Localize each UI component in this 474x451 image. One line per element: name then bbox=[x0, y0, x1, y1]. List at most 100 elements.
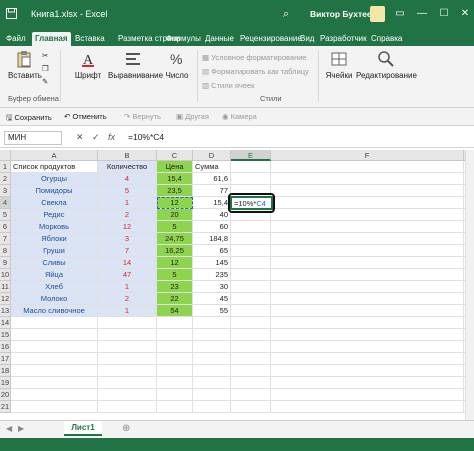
sum-cell[interactable]: 184,8 bbox=[193, 233, 231, 245]
grid-cell[interactable] bbox=[271, 197, 464, 209]
grid-cell[interactable] bbox=[193, 329, 231, 341]
column-header-e[interactable]: E bbox=[231, 150, 271, 161]
product-cell[interactable]: Свекла bbox=[11, 197, 98, 209]
quick-undo-button[interactable]: ↶ Отменить bbox=[64, 112, 107, 121]
grid-cell[interactable] bbox=[271, 365, 464, 377]
grid-cell[interactable] bbox=[11, 377, 98, 389]
minimize-button[interactable]: — bbox=[414, 6, 430, 22]
vertical-scrollbar[interactable] bbox=[465, 150, 474, 420]
grid-cell[interactable] bbox=[231, 233, 271, 245]
prev-sheet-icon[interactable]: ◀ bbox=[6, 424, 12, 433]
grid-cell[interactable] bbox=[271, 401, 464, 413]
quantity-cell[interactable]: 2 bbox=[98, 293, 157, 305]
grid-cell[interactable] bbox=[231, 173, 271, 185]
product-cell[interactable]: Сливы bbox=[11, 257, 98, 269]
product-cell[interactable]: Молоко bbox=[11, 293, 98, 305]
tab-formulas[interactable]: Формулы bbox=[166, 32, 201, 46]
grid-cell[interactable] bbox=[98, 389, 157, 401]
table-header-cell[interactable]: Количество bbox=[98, 161, 157, 173]
product-cell[interactable]: Яблоки bbox=[11, 233, 98, 245]
grid-cell[interactable] bbox=[231, 293, 271, 305]
insert-function-icon[interactable]: fx bbox=[108, 132, 115, 142]
row-header-14[interactable]: 14 bbox=[0, 317, 11, 329]
grid-cell[interactable] bbox=[231, 341, 271, 353]
ribbon-display-icon[interactable]: ▭ bbox=[392, 6, 408, 22]
price-cell[interactable]: 5 bbox=[157, 221, 193, 233]
grid-cell[interactable] bbox=[271, 353, 464, 365]
grid-cell[interactable] bbox=[271, 269, 464, 281]
price-cell[interactable]: 5 bbox=[157, 269, 193, 281]
paste-button[interactable]: Вставить bbox=[8, 50, 42, 80]
sum-cell[interactable]: 40 bbox=[193, 209, 231, 221]
grid-cell[interactable] bbox=[157, 377, 193, 389]
grid-cell[interactable] bbox=[271, 257, 464, 269]
spreadsheet-grid[interactable]: ABCDEFG123456789101112131415161718192021… bbox=[0, 150, 474, 420]
grid-cell[interactable] bbox=[231, 245, 271, 257]
price-cell[interactable]: 24,75 bbox=[157, 233, 193, 245]
user-name[interactable]: Виктор Бухтеев bbox=[310, 9, 377, 19]
column-header-a[interactable]: A bbox=[11, 150, 98, 161]
sum-cell[interactable]: 30 bbox=[193, 281, 231, 293]
grid-cell[interactable] bbox=[11, 329, 98, 341]
price-cell[interactable]: 12 bbox=[157, 197, 193, 209]
quantity-cell[interactable]: 4 bbox=[98, 173, 157, 185]
cells-button[interactable]: Ячейки bbox=[322, 50, 356, 80]
grid-cell[interactable] bbox=[98, 341, 157, 353]
grid-cell[interactable] bbox=[231, 353, 271, 365]
product-cell[interactable]: Груши bbox=[11, 245, 98, 257]
copy-icon[interactable]: ❐ bbox=[42, 64, 49, 73]
grid-cell[interactable] bbox=[11, 317, 98, 329]
formula-input[interactable]: =10%*C4 bbox=[128, 132, 164, 142]
quantity-cell[interactable]: 2 bbox=[98, 209, 157, 221]
quantity-cell[interactable]: 12 bbox=[98, 221, 157, 233]
grid-cell[interactable] bbox=[11, 389, 98, 401]
grid-cell[interactable] bbox=[193, 317, 231, 329]
name-box[interactable]: МИН bbox=[4, 131, 62, 145]
price-cell[interactable]: 22 bbox=[157, 293, 193, 305]
grid-cell[interactable] bbox=[231, 281, 271, 293]
grid-cell[interactable] bbox=[231, 257, 271, 269]
price-cell[interactable]: 23 bbox=[157, 281, 193, 293]
grid-cell[interactable] bbox=[157, 341, 193, 353]
grid-cell[interactable] bbox=[157, 353, 193, 365]
quantity-cell[interactable]: 47 bbox=[98, 269, 157, 281]
grid-cell[interactable] bbox=[193, 365, 231, 377]
grid-cell[interactable] bbox=[271, 389, 464, 401]
row-header-10[interactable]: 10 bbox=[0, 269, 11, 281]
product-cell[interactable]: Помидоры bbox=[11, 185, 98, 197]
tab-file[interactable]: Файл bbox=[6, 32, 26, 46]
row-header-7[interactable]: 7 bbox=[0, 233, 11, 245]
grid-cell[interactable] bbox=[271, 233, 464, 245]
product-cell[interactable]: Редис bbox=[11, 209, 98, 221]
cell-styles-button[interactable]: ▥ Стили ячеек bbox=[202, 81, 254, 90]
grid-cell[interactable] bbox=[271, 209, 464, 221]
number-format-button[interactable]: % Число bbox=[162, 50, 192, 80]
row-header-6[interactable]: 6 bbox=[0, 221, 11, 233]
conditional-formatting-button[interactable]: ▦ Условное форматирование bbox=[202, 53, 307, 62]
row-header-5[interactable]: 5 bbox=[0, 209, 11, 221]
quick-other-button[interactable]: ▣ Другая bbox=[176, 112, 209, 121]
grid-cell[interactable] bbox=[231, 317, 271, 329]
quick-camera-button[interactable]: ◉ Камера bbox=[222, 112, 257, 121]
product-cell[interactable]: Морковь bbox=[11, 221, 98, 233]
close-button[interactable]: ✕ bbox=[457, 6, 473, 22]
price-cell[interactable]: 12 bbox=[157, 257, 193, 269]
grid-cell[interactable] bbox=[271, 317, 464, 329]
row-header-15[interactable]: 15 bbox=[0, 329, 11, 341]
tab-help[interactable]: Справка bbox=[371, 32, 402, 46]
quantity-cell[interactable]: 5 bbox=[98, 185, 157, 197]
tab-home[interactable]: Главная bbox=[32, 32, 71, 46]
price-cell[interactable]: 15,4 bbox=[157, 173, 193, 185]
grid-cell[interactable] bbox=[193, 353, 231, 365]
price-cell[interactable]: 54 bbox=[157, 305, 193, 317]
tab-developer[interactable]: Разработчик bbox=[320, 32, 367, 46]
grid-cell[interactable] bbox=[157, 317, 193, 329]
grid-cell[interactable] bbox=[231, 389, 271, 401]
grid-cell[interactable] bbox=[98, 317, 157, 329]
table-header-cell[interactable]: Цена bbox=[157, 161, 193, 173]
sum-cell[interactable]: 15,4 bbox=[193, 197, 231, 209]
grid-cell[interactable] bbox=[193, 377, 231, 389]
grid-cell[interactable] bbox=[231, 269, 271, 281]
enter-icon[interactable]: ✓ bbox=[92, 132, 100, 143]
grid-cell[interactable] bbox=[271, 281, 464, 293]
